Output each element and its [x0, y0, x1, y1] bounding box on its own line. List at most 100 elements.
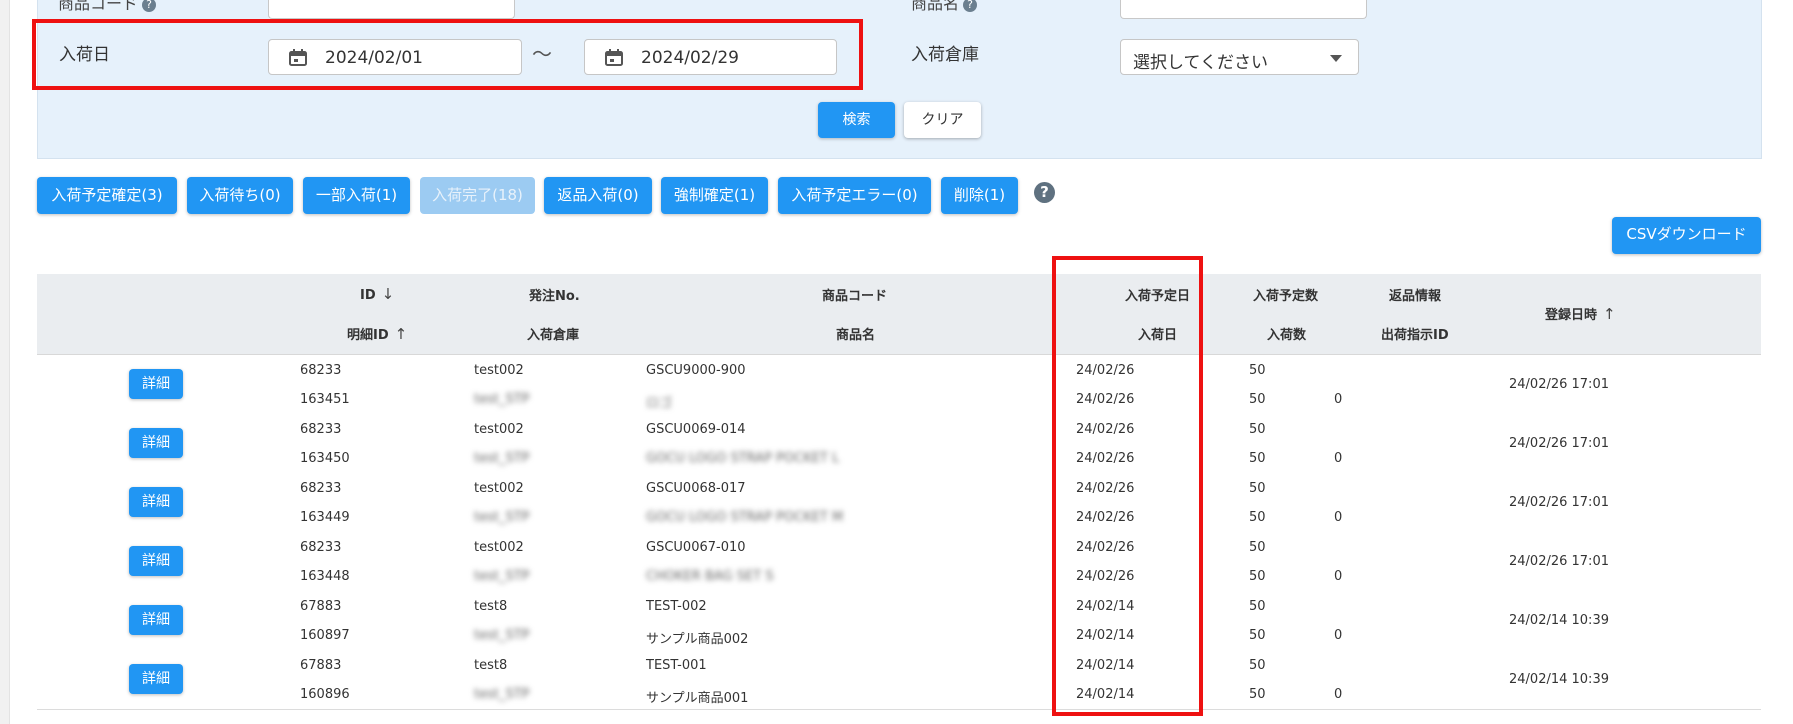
calendar-icon [605, 49, 623, 66]
table-row: 詳細 68233 163451 test002 test_STP GSCU9000-900… [37, 355, 1761, 415]
header-product-name: 商品名 [836, 328, 876, 343]
cell-product-name: CHOKER BAG SET S [646, 569, 774, 584]
cell-scheduled-qty: 50 [1249, 599, 1266, 614]
arrow-up-icon: ↑ [1603, 305, 1616, 323]
csv-download-button[interactable]: CSVダウンロード [1612, 217, 1761, 254]
cell-registered-at: 24/02/26 17:01 [1509, 495, 1609, 510]
header-product-code: 商品コード [822, 289, 888, 304]
status-button-deleted[interactable]: 削除(1) [941, 177, 1018, 214]
cell-arrival-qty: 50 [1249, 451, 1266, 466]
cell-arrival-date: 24/02/14 [1076, 687, 1135, 702]
cell-arrival-date: 24/02/26 [1076, 392, 1135, 407]
header-scheduled-qty: 入荷予定数 [1253, 289, 1319, 304]
cell-registered-at: 24/02/26 17:01 [1509, 436, 1609, 451]
header-return-info: 返品情報 [1389, 289, 1442, 304]
detail-button[interactable]: 詳細 [129, 487, 183, 517]
cell-arrival-date: 24/02/26 [1076, 451, 1135, 466]
header-scheduled-date: 入荷予定日 [1125, 289, 1191, 304]
arrow-down-icon: ↓ [381, 285, 395, 303]
product-name-label: 商品名? [911, 0, 978, 14]
cell-detail-id: 163448 [300, 569, 350, 584]
help-icon[interactable]: ? [963, 0, 978, 12]
cell-detail-id: 160897 [300, 628, 350, 643]
cell-scheduled-date: 24/02/26 [1076, 363, 1135, 378]
detail-button[interactable]: 詳細 [129, 546, 183, 576]
cell-arrival-qty: 50 [1249, 569, 1266, 584]
cell-scheduled-qty: 50 [1249, 658, 1266, 673]
date-to-value: 2024/02/29 [641, 48, 739, 68]
cell-product-code: GSCU9000-900 [646, 363, 746, 378]
date-to-input[interactable]: 2024/02/29 [584, 39, 837, 75]
cell-id: 67883 [300, 658, 342, 673]
cell-detail-id: 163450 [300, 451, 350, 466]
header-shipping-id: 出荷指示ID [1381, 328, 1449, 343]
help-icon[interactable]: ? [142, 0, 157, 12]
cell-warehouse: test_STP [474, 687, 530, 702]
cell-return-qty: 0 [1334, 392, 1343, 407]
detail-button[interactable]: 詳細 [129, 428, 183, 458]
cell-order-no: test8 [474, 658, 508, 673]
chevron-down-icon [1330, 55, 1342, 62]
cell-order-no: test002 [474, 540, 524, 555]
cell-arrival-qty: 50 [1249, 392, 1266, 407]
arrival-date-label: 入荷日 [59, 45, 110, 65]
help-icon[interactable]: ? [1034, 182, 1055, 203]
cell-detail-id: 163449 [300, 510, 350, 525]
detail-button[interactable]: 詳細 [129, 605, 183, 635]
cell-scheduled-qty: 50 [1249, 422, 1266, 437]
table-header: ID ↓ 発注No. 商品コード 入荷予定日 入荷予定数 返品情報 登録日時 ↑ 明… [37, 274, 1761, 355]
status-button-partial[interactable]: 一部入荷(1) [303, 177, 410, 214]
cell-id: 68233 [300, 422, 342, 437]
cell-registered-at: 24/02/14 10:39 [1509, 613, 1609, 628]
header-registered-at[interactable]: 登録日時 ↑ [1545, 304, 1616, 323]
date-range-separator: 〜 [532, 42, 552, 66]
cell-warehouse: test_STP [474, 628, 530, 643]
left-gutter [0, 0, 10, 724]
status-button-scheduled-confirmed[interactable]: 入荷予定確定(3) [37, 177, 177, 214]
warehouse-select[interactable]: 選択してください [1120, 39, 1359, 75]
product-code-input[interactable] [268, 0, 515, 19]
date-from-value: 2024/02/01 [325, 48, 423, 68]
cell-arrival-date: 24/02/14 [1076, 628, 1135, 643]
cell-return-qty: 0 [1334, 510, 1343, 525]
status-button-completed[interactable]: 入荷完了(18) [420, 177, 535, 214]
cell-registered-at: 24/02/26 17:01 [1509, 377, 1609, 392]
status-button-error[interactable]: 入荷予定エラー(0) [778, 177, 931, 214]
cell-warehouse: test_STP [474, 510, 530, 525]
cell-warehouse: test_STP [474, 451, 530, 466]
cell-order-no: test002 [474, 363, 524, 378]
status-button-return[interactable]: 返品入荷(0) [544, 177, 652, 214]
cell-scheduled-date: 24/02/26 [1076, 481, 1135, 496]
header-arrival-date: 入荷日 [1138, 328, 1178, 343]
cell-registered-at: 24/02/26 17:01 [1509, 554, 1609, 569]
cell-product-name: サンプル商品001 [646, 691, 749, 706]
cell-scheduled-qty: 50 [1249, 540, 1266, 555]
cell-order-no: test8 [474, 599, 508, 614]
detail-button[interactable]: 詳細 [129, 369, 183, 399]
cell-arrival-date: 24/02/26 [1076, 510, 1135, 525]
status-button-waiting[interactable]: 入荷待ち(0) [187, 177, 293, 214]
cell-order-no: test002 [474, 422, 524, 437]
cell-arrival-date: 24/02/26 [1076, 569, 1135, 584]
status-button-forced[interactable]: 強制確定(1) [661, 177, 768, 214]
cell-scheduled-date: 24/02/26 [1076, 422, 1135, 437]
search-button[interactable]: 検索 [818, 102, 895, 138]
cell-id: 68233 [300, 363, 342, 378]
cell-product-code: TEST-002 [646, 599, 707, 614]
header-id[interactable]: ID ↓ [360, 285, 394, 303]
warehouse-label: 入荷倉庫 [911, 45, 979, 65]
product-code-label: 商品コード? [58, 0, 157, 14]
cell-order-no: test002 [474, 481, 524, 496]
cell-scheduled-date: 24/02/14 [1076, 658, 1135, 673]
date-from-input[interactable]: 2024/02/01 [268, 39, 522, 75]
detail-button[interactable]: 詳細 [129, 664, 183, 694]
clear-button[interactable]: クリア [904, 102, 981, 138]
header-detail-id[interactable]: 明細ID ↑ [347, 324, 407, 343]
table-row: 詳細 68233 163449 test002 test_STP GSCU0068-017… [37, 473, 1761, 533]
cell-return-qty: 0 [1334, 451, 1343, 466]
cell-arrival-qty: 50 [1249, 687, 1266, 702]
cell-return-qty: 0 [1334, 569, 1343, 584]
cell-id: 68233 [300, 481, 342, 496]
header-order-no: 発注No. [529, 289, 580, 304]
product-name-input[interactable] [1120, 0, 1367, 19]
